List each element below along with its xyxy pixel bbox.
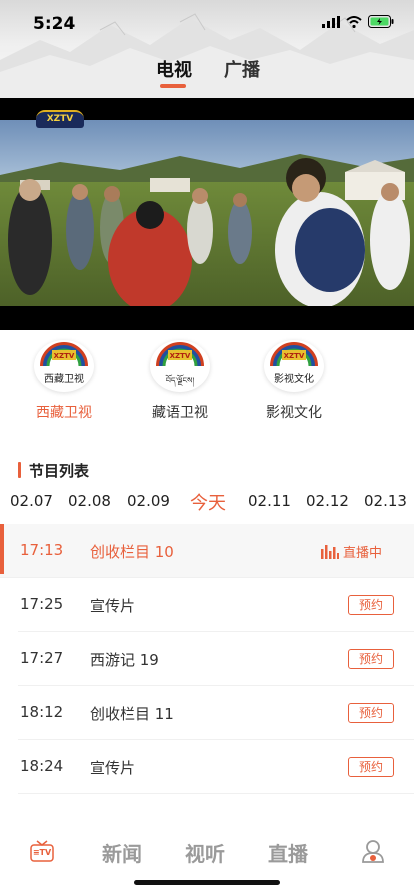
- date-item[interactable]: 02.11: [248, 492, 291, 510]
- reserve-button[interactable]: 预约: [348, 595, 394, 615]
- channel-name: 西藏卫视: [36, 405, 92, 421]
- svg-text:XZTV: XZTV: [284, 352, 305, 360]
- program-time: 17:13: [20, 541, 64, 559]
- date-item[interactable]: 02.09: [127, 492, 170, 510]
- program-row[interactable]: 17:27 西游记 19 预约: [18, 632, 414, 686]
- reserve-button[interactable]: 预约: [348, 649, 394, 669]
- program-row[interactable]: 18:12 创收栏目 11 预约: [18, 686, 414, 740]
- nav-audiovisual[interactable]: 视听: [185, 838, 225, 867]
- svg-text:XZTV: XZTV: [170, 352, 191, 360]
- home-indicator: [134, 880, 280, 885]
- nav-live[interactable]: 直播: [268, 838, 308, 867]
- reserve-button[interactable]: 预约: [348, 757, 394, 777]
- video-frame: [0, 120, 414, 306]
- tab-underline: [160, 84, 186, 88]
- program-title: 创收栏目 10: [90, 543, 174, 561]
- svg-text:XZTV: XZTV: [54, 352, 75, 360]
- wifi-icon: [346, 15, 362, 28]
- live-status: 直播中: [320, 542, 382, 561]
- top-tabs: 电视 广播: [0, 56, 414, 92]
- program-title: 创收栏目 11: [90, 705, 174, 723]
- xztv-logo: XZTV: [36, 110, 84, 128]
- program-row[interactable]: 17:25 宣传片 预约: [18, 578, 414, 632]
- program-list-title: 节目列表: [18, 460, 89, 480]
- live-indicator-bar: [0, 524, 4, 574]
- signal-icon: [322, 15, 340, 28]
- tab-radio[interactable]: 广播: [224, 56, 260, 82]
- channel-name: 藏语卫视: [152, 405, 208, 421]
- channel-list: XZTV 西藏卫视 西藏卫视 XZTV བོད་ལྗོངས། 藏语卫视 XZTV…: [0, 340, 414, 432]
- status-bar: 5:24: [0, 0, 414, 50]
- section-accent-bar: [18, 462, 21, 478]
- program-time: 17:25: [20, 595, 64, 613]
- status-time: 5:24: [33, 14, 76, 34]
- equalizer-icon: [320, 544, 339, 559]
- channel-logo-tibetan: XZTV བོད་ལྗོངས།: [150, 340, 210, 392]
- channel-name: 影视文化: [266, 405, 322, 421]
- program-time: 18:24: [20, 757, 64, 775]
- program-title: 宣传片: [90, 597, 136, 615]
- program-row[interactable]: 18:24 宣传片 预约: [18, 740, 414, 794]
- battery-icon: [368, 15, 394, 28]
- date-item[interactable]: 02.07: [10, 492, 53, 510]
- tab-tv[interactable]: 电视: [156, 56, 192, 82]
- date-item-today[interactable]: 今天: [190, 489, 226, 515]
- video-player[interactable]: XZTV: [0, 98, 414, 330]
- date-item[interactable]: 02.08: [68, 492, 111, 510]
- program-time: 18:12: [20, 703, 64, 721]
- program-list: 17:13 创收栏目 10 直播中 17:25 宣传片 预约 17:27 西游记…: [0, 524, 414, 794]
- program-row-live[interactable]: 17:13 创收栏目 10 直播中: [0, 524, 414, 578]
- channel-xizang[interactable]: XZTV 西藏卫视 西藏卫视: [14, 340, 114, 422]
- date-item[interactable]: 02.12: [306, 492, 349, 510]
- profile-icon[interactable]: [360, 838, 386, 864]
- date-item[interactable]: 02.13: [364, 492, 407, 510]
- channel-film-culture[interactable]: XZTV 影视文化 影视文化: [244, 340, 344, 422]
- header: 5:24 电视 广播: [0, 0, 414, 98]
- reserve-button[interactable]: 预约: [348, 703, 394, 723]
- channel-tibetan[interactable]: XZTV བོད་ལྗོངས། 藏语卫视: [130, 340, 230, 422]
- program-title: 宣传片: [90, 759, 136, 777]
- program-time: 17:27: [20, 649, 64, 667]
- channel-logo-film-culture: XZTV 影视文化: [264, 340, 324, 392]
- nav-news[interactable]: 新闻: [102, 838, 142, 867]
- date-selector: 02.07 02.08 02.09 今天 02.11 02.12 02.13: [0, 490, 414, 514]
- nav-tv[interactable]: ≡TV: [30, 840, 54, 862]
- program-title: 西游记 19: [90, 651, 159, 669]
- channel-logo-xizang: XZTV 西藏卫视: [34, 340, 94, 392]
